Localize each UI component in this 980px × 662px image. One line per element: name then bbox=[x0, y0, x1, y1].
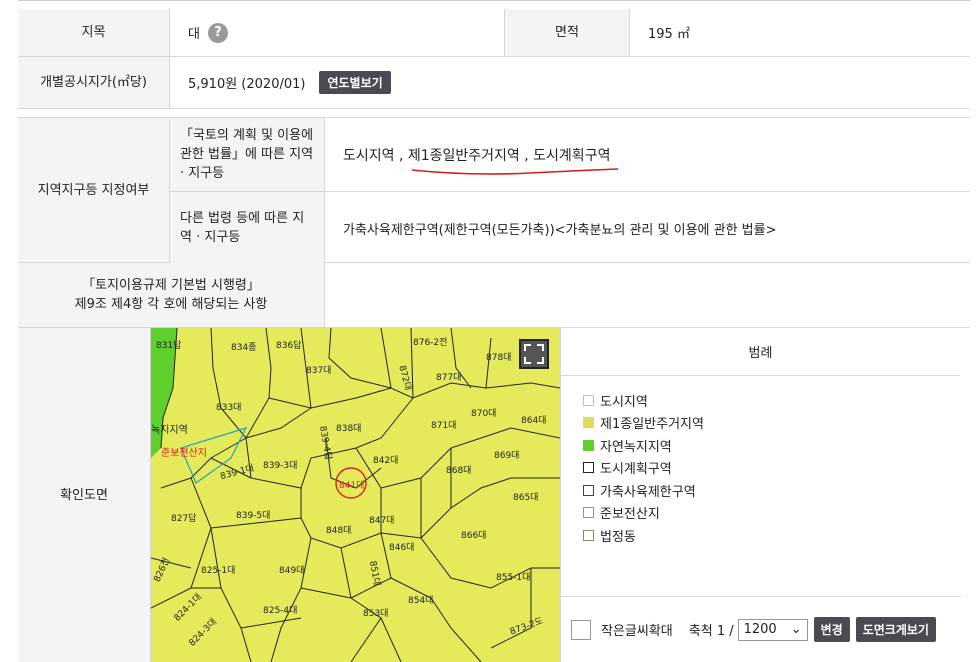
yearly-view-button[interactable]: 연도별보기 bbox=[319, 71, 391, 94]
scale-select-value: 1200 bbox=[743, 622, 777, 637]
map-parcel-label: 876-2전 bbox=[413, 337, 447, 348]
map-parcel-label: 865대 bbox=[513, 492, 538, 503]
scale-select[interactable]: 1200 ⌄ bbox=[737, 618, 808, 641]
legend-swatch bbox=[583, 529, 594, 541]
small-text-enlarge-checkbox[interactable] bbox=[571, 619, 591, 640]
map-parcel-label: 866대 bbox=[461, 530, 486, 541]
national-law-zone-label-text: 「국토의 계획 및 이용에 관한 법률」에 따른 지역 · 지구등 bbox=[180, 128, 314, 181]
fullscreen-button[interactable] bbox=[519, 339, 549, 369]
jimok-row: 지목 대 ? 면적 195 ㎡ bbox=[18, 9, 970, 57]
legend-label: 제1종일반주거지역 bbox=[600, 417, 704, 433]
map-parcel-label: 834종 bbox=[231, 342, 256, 353]
legend-swatch bbox=[583, 507, 594, 519]
map-parcel-label-target: 841대 bbox=[339, 480, 364, 491]
map-zone-label-forest: 준보전산지 bbox=[161, 447, 207, 459]
legend-item: 도시지역 bbox=[583, 389, 960, 412]
parcel-map[interactable]: 831답 834종 836답 837대 876-2전 878대 877대 833… bbox=[151, 328, 560, 662]
enforcement-label-line1: 「토지이용규제 기본법 시행령」 bbox=[82, 278, 260, 293]
red-handwritten-underline bbox=[411, 168, 619, 175]
map-parcel-label: 825-4대 bbox=[263, 605, 297, 616]
map-label: 확인도면 bbox=[18, 328, 151, 662]
map-parcel-label: 870대 bbox=[471, 408, 496, 419]
map-parcel-label: 839-3대 bbox=[263, 460, 297, 471]
map-controls: 작은글씨확대 축척 1 / 1200 ⌄ 변경 도면크게보기 bbox=[561, 596, 961, 662]
legend-item: 가축사육제한구역 bbox=[583, 479, 960, 502]
jimok-value: 대 bbox=[188, 27, 200, 42]
map-parcel-label: 839-5대 bbox=[236, 510, 270, 521]
legend-swatch bbox=[583, 417, 594, 429]
enlarge-map-button[interactable]: 도면크게보기 bbox=[855, 617, 936, 642]
map-parcel-label: 849대 bbox=[279, 565, 304, 576]
map-parcel-label: 831답 bbox=[156, 339, 181, 351]
map-parcel-label: 864대 bbox=[521, 415, 546, 426]
legend-label: 가축사육제한구역 bbox=[600, 484, 696, 500]
map-parcel-label: 842대 bbox=[373, 455, 398, 466]
enforcement-label: 「토지이용규제 기본법 시행령」 제9조 제4항 각 호에 해당되는 사항 bbox=[18, 263, 325, 327]
legend-item: 도시계획구역 bbox=[583, 457, 960, 480]
map-zone-label-green: 녹지지역 bbox=[151, 424, 188, 436]
area-label: 면적 bbox=[504, 9, 630, 56]
parcel-map-svg[interactable]: 831답 834종 836답 837대 876-2전 878대 877대 833… bbox=[151, 328, 560, 662]
official-price-value: 5,910원 (2020/01) bbox=[188, 77, 306, 92]
official-price-label: 개별공시지가(㎡당) bbox=[18, 57, 170, 108]
map-parcel-label: 846대 bbox=[389, 542, 414, 553]
map-parcel-label: 827답 bbox=[171, 512, 196, 524]
enforcement-value bbox=[325, 263, 970, 327]
legend-item: 법정동 bbox=[583, 524, 960, 547]
legend-swatch bbox=[583, 439, 594, 451]
help-icon[interactable]: ? bbox=[207, 22, 228, 43]
zoning-label: 지역지구등 지정여부 bbox=[18, 118, 170, 262]
map-parcel-label: 838대 bbox=[336, 423, 361, 434]
map-background bbox=[151, 328, 560, 662]
legend-swatch bbox=[583, 394, 594, 406]
map-parcel-label: 854대 bbox=[408, 595, 433, 606]
legend-label: 도시계획구역 bbox=[600, 462, 672, 478]
legend-title: 범례 bbox=[561, 328, 960, 376]
official-price-row: 개별공시지가(㎡당) 5,910원 (2020/01) 연도별보기 bbox=[18, 57, 970, 109]
fullscreen-icon bbox=[524, 344, 544, 364]
legend-label: 법정동 bbox=[600, 529, 636, 545]
map-legend: 범례 도시지역 제1종일반주거지역 자연녹지지역 도시계획구역 가축사육제한구역… bbox=[560, 328, 961, 662]
map-parcel-label: 868대 bbox=[446, 465, 471, 476]
map-parcel-label: 836답 bbox=[276, 339, 301, 351]
map-parcel-label: 825-1대 bbox=[201, 565, 235, 576]
enforcement-row: 「토지이용규제 기본법 시행령」 제9조 제4항 각 호에 해당되는 사항 bbox=[18, 263, 970, 328]
map-parcel-label: 869대 bbox=[494, 450, 519, 461]
map-parcel-label: 877대 bbox=[436, 372, 461, 383]
chevron-down-icon: ⌄ bbox=[790, 622, 802, 637]
legend-item: 제1종일반주거지역 bbox=[583, 412, 960, 435]
map-parcel-label: 833대 bbox=[216, 402, 241, 413]
map-parcel-label: 855-1대 bbox=[496, 572, 530, 583]
other-law-zone-label: 다른 법령 등에 따른 지역 · 지구등 bbox=[170, 192, 325, 264]
scale-label: 축척 1 / bbox=[688, 624, 734, 639]
legend-swatch bbox=[583, 484, 594, 496]
map-parcel-label: 848대 bbox=[326, 525, 351, 536]
zoning-row: 지역지구등 지정여부 「국토의 계획 및 이용에 관한 법률」에 따른 지역 ·… bbox=[18, 117, 970, 264]
jimok-value-cell: 대 ? bbox=[170, 9, 504, 56]
area-value: 195 ㎡ bbox=[648, 27, 690, 42]
legend-list: 도시지역 제1종일반주거지역 자연녹지지역 도시계획구역 가축사육제한구역 준보… bbox=[561, 376, 960, 547]
legend-item: 자연녹지지역 bbox=[583, 434, 960, 457]
other-law-zone-value: 가축사육제한구역(제한구역(모든가축))<가축분뇨의 관리 및 이용에 관한 법… bbox=[343, 222, 777, 238]
jimok-label: 지목 bbox=[18, 9, 170, 56]
legend-item: 준보전산지 bbox=[583, 502, 960, 525]
map-parcel-label: 847대 bbox=[369, 515, 394, 526]
legend-label: 도시지역 bbox=[600, 394, 648, 410]
legend-swatch bbox=[583, 462, 594, 474]
map-parcel-label: 878대 bbox=[486, 352, 511, 363]
official-price-value-cell: 5,910원 (2020/01) 연도별보기 bbox=[170, 57, 970, 108]
map-parcel-label: 853대 bbox=[363, 608, 388, 619]
map-parcel-label: 837대 bbox=[306, 365, 331, 376]
legend-label: 준보전산지 bbox=[600, 507, 660, 523]
legend-label: 자연녹지지역 bbox=[600, 439, 672, 455]
map-parcel-label: 871대 bbox=[431, 420, 456, 431]
scale-change-button[interactable]: 변경 bbox=[813, 617, 850, 642]
national-law-zone-label: 「국토의 계획 및 이용에 관한 법률」에 따른 지역 · 지구등 bbox=[170, 118, 325, 192]
national-law-zone-value: 도시지역 , 제1종일반주거지역 , 도시계획구역 bbox=[325, 118, 970, 192]
other-law-zone-label-text: 다른 법령 등에 따른 지역 · 지구등 bbox=[180, 211, 305, 245]
land-use-info-table: 지목 대 ? 면적 195 ㎡ 개별공시지가(㎡당) 5,910원 (2020/… bbox=[18, 0, 970, 662]
small-text-enlarge-label: 작은글씨확대 bbox=[601, 624, 673, 639]
enforcement-label-line2: 제9조 제4항 각 호에 해당되는 사항 bbox=[74, 297, 268, 312]
